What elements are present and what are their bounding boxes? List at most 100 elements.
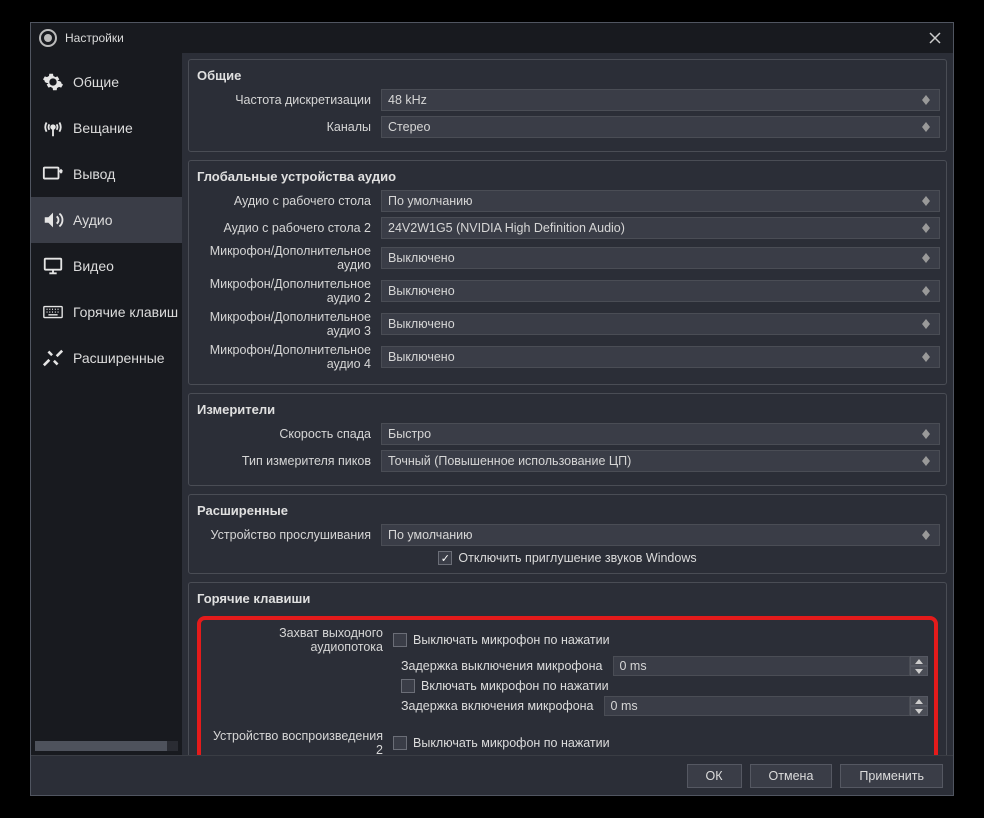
checkbox-unchecked-icon [401,679,415,693]
sidebar-item-general[interactable]: Общие [31,59,182,105]
dropdown-value: Выключено [388,317,455,331]
dropdown-value: Выключено [388,251,455,265]
monitor-icon [41,254,65,278]
dropdown-value: Быстро [388,427,431,441]
close-button[interactable] [925,28,945,48]
dropdown-value: Выключено [388,284,455,298]
settings-window: Настройки Общие Вещание [30,22,954,796]
cancel-button[interactable]: Отмена [750,764,833,788]
checkbox-unchecked-icon [393,633,407,647]
ducking-checkbox-row[interactable]: ✓ Отключить приглушение звуков Windows [438,551,696,565]
channels-dropdown[interactable]: Стерео [381,116,940,138]
unmute-delay-label: Задержка включения микрофона [401,699,594,713]
device2-label: Устройство воспроизведения 2 [207,729,393,755]
scrollbar-thumb[interactable] [35,741,167,751]
group-title: Горячие клавиши [195,587,940,612]
group-general: Общие Частота дискретизации 48 kHz Канал… [188,59,947,152]
body: Общие Вещание Вывод Аудио [31,53,953,755]
content-area: Общие Частота дискретизации 48 kHz Канал… [182,53,953,755]
keyboard-icon [41,300,65,324]
chevron-updown-icon [919,196,933,206]
mute-delay-label: Задержка выключения микрофона [401,659,603,673]
sidebar-item-output[interactable]: Вывод [31,151,182,197]
dropdown-value: Выключено [388,350,455,364]
app-logo-icon [39,29,57,47]
group-hotkeys: Горячие клавиши Захват выходного аудиопо… [188,582,947,755]
ok-button[interactable]: ОК [687,764,742,788]
sidebar-item-hotkeys[interactable]: Горячие клавиш [31,289,182,335]
spinner-down-icon[interactable] [910,706,928,716]
sidebar-label: Аудио [73,212,113,228]
group-global-audio: Глобальные устройства аудио Аудио с рабо… [188,160,947,385]
global-audio-label: Аудио с рабочего стола 2 [195,221,381,235]
global-audio-dropdown-0[interactable]: По умолчанию [381,190,940,212]
unmute-delay-spinner[interactable]: 0 ms [604,696,928,716]
decay-dropdown[interactable]: Быстро [381,423,940,445]
dropdown-value: Точный (Повышенное использование ЦП) [388,454,631,468]
mute-push-label: Выключать микрофон по нажатии [413,633,610,647]
chevron-updown-icon [919,429,933,439]
sidebar-scrollbar[interactable] [35,741,178,751]
sidebar-item-advanced[interactable]: Расширенные [31,335,182,381]
global-audio-dropdown-3[interactable]: Выключено [381,280,940,302]
sidebar-item-video[interactable]: Видео [31,243,182,289]
global-audio-dropdown-5[interactable]: Выключено [381,346,940,368]
spinner-up-icon[interactable] [910,656,928,666]
monitor-label: Устройство прослушивания [195,528,381,542]
group-title: Общие [195,64,940,89]
global-audio-dropdown-2[interactable]: Выключено [381,247,940,269]
dropdown-value: По умолчанию [388,528,473,542]
sidebar: Общие Вещание Вывод Аудио [31,53,182,755]
unmute-push-checkbox[interactable]: Включать микрофон по нажатии [401,679,609,693]
global-audio-dropdown-4[interactable]: Выключено [381,313,940,335]
peak-dropdown[interactable]: Точный (Повышенное использование ЦП) [381,450,940,472]
spinner-up-icon[interactable] [910,696,928,706]
channels-label: Каналы [195,120,381,134]
global-audio-label: Микрофон/Дополнительное аудио 2 [195,277,381,305]
samplerate-label: Частота дискретизации [195,93,381,107]
gear-icon [41,70,65,94]
decay-label: Скорость спада [195,427,381,441]
dropdown-value: По умолчанию [388,194,473,208]
group-title: Расширенные [195,499,940,524]
dropdown-value: 48 kHz [388,93,427,107]
chevron-updown-icon [919,286,933,296]
sidebar-item-stream[interactable]: Вещание [31,105,182,151]
chevron-updown-icon [919,530,933,540]
unmute-push-label: Включать микрофон по нажатии [421,679,609,693]
chevron-updown-icon [919,253,933,263]
sidebar-label: Общие [73,74,119,90]
sidebar-label: Вещание [73,120,133,136]
peak-label: Тип измерителя пиков [195,454,381,468]
audio-icon [41,208,65,232]
chevron-updown-icon [919,319,933,329]
chevron-updown-icon [919,456,933,466]
chevron-updown-icon [919,95,933,105]
group-title: Измерители [195,398,940,423]
titlebar: Настройки [31,23,953,53]
spinner-down-icon[interactable] [910,666,928,676]
monitor-dropdown[interactable]: По умолчанию [381,524,940,546]
hotkeys-highlight-area: Захват выходного аудиопотока Выключать м… [197,616,938,755]
output-icon [41,162,65,186]
sidebar-item-audio[interactable]: Аудио [31,197,182,243]
samplerate-dropdown[interactable]: 48 kHz [381,89,940,111]
mute-delay-spinner[interactable]: 0 ms [613,656,929,676]
footer: ОК Отмена Применить [31,755,953,795]
sidebar-label: Расширенные [73,350,165,366]
chevron-updown-icon [919,122,933,132]
mute-push-checkbox[interactable]: Выключать микрофон по нажатии [393,633,928,647]
window-title: Настройки [65,31,925,45]
d2-mute-push-checkbox[interactable]: Выключать микрофон по нажатии [393,736,928,750]
spinner-value: 0 ms [604,696,910,716]
dropdown-value: 24V2W1G5 (NVIDIA High Definition Audio) [388,221,625,235]
chevron-updown-icon [919,352,933,362]
group-title: Глобальные устройства аудио [195,165,940,190]
checkbox-checked-icon: ✓ [438,551,452,565]
group-advanced: Расширенные Устройство прослушивания По … [188,494,947,574]
checkbox-unchecked-icon [393,736,407,750]
global-audio-label: Микрофон/Дополнительное аудио 3 [195,310,381,338]
broadcast-icon [41,116,65,140]
apply-button[interactable]: Применить [840,764,943,788]
global-audio-dropdown-1[interactable]: 24V2W1G5 (NVIDIA High Definition Audio) [381,217,940,239]
